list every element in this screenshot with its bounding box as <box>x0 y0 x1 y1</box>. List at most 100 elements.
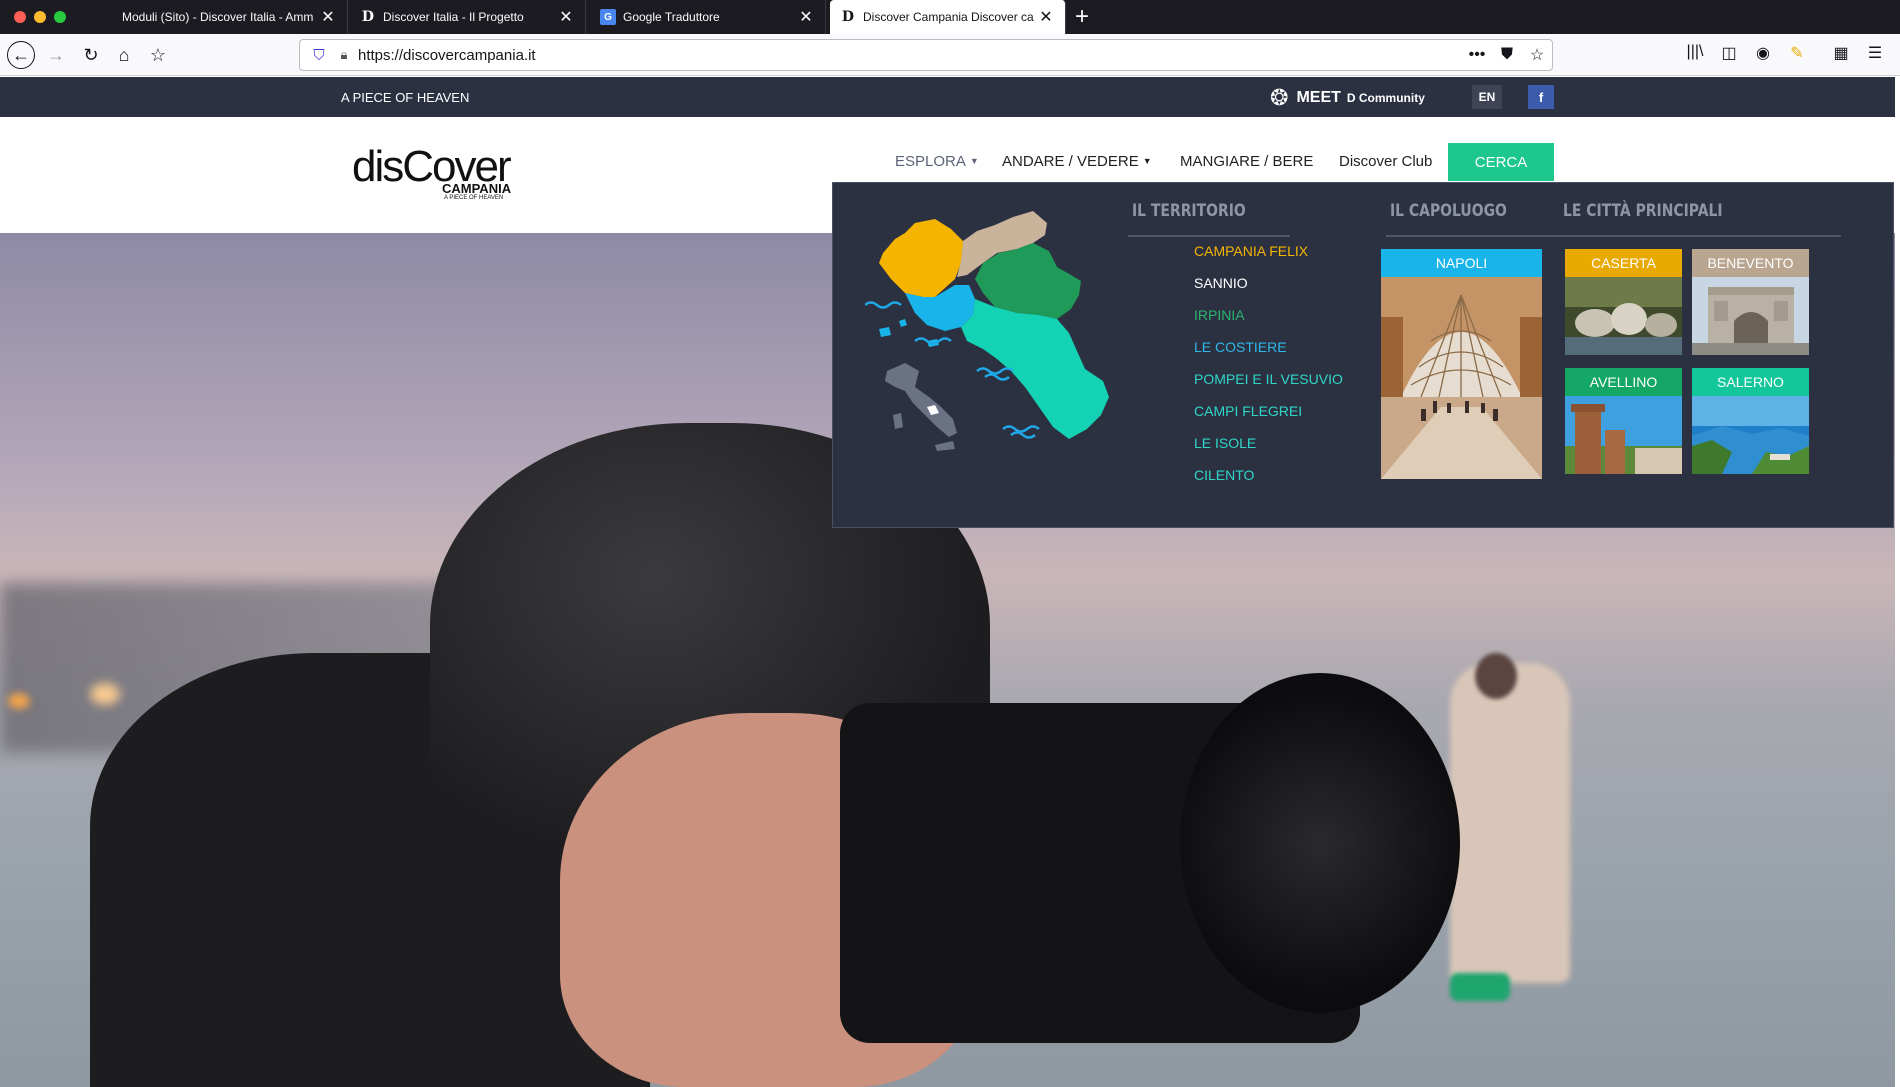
lock-icon[interactable]: 🔒︎ <box>334 47 354 63</box>
hamburger-menu-icon[interactable]: ☰ <box>1863 43 1887 63</box>
meet-label: MEET <box>1296 89 1341 106</box>
territory-link-cilento[interactable]: CILENTO <box>1194 467 1254 483</box>
caserta-fountain-photo <box>1565 277 1682 355</box>
caret-down-icon: ▼ <box>1142 156 1152 166</box>
cities-heading: LE CITTÀ PRINCIPALI <box>1563 201 1723 221</box>
whats-new-icon[interactable]: ▦ <box>1829 43 1853 63</box>
territory-label: POMPEI E IL VESUVIO <box>1194 371 1343 387</box>
window-close-button[interactable] <box>14 11 26 23</box>
territory-heading-underline <box>1128 235 1290 237</box>
territory-label: CILENTO <box>1194 467 1255 483</box>
city-label: AVELLINO <box>1565 368 1682 396</box>
menu-item-esplora[interactable]: ESPLORA ▼ <box>895 153 979 170</box>
cities-heading-underline <box>1386 235 1841 237</box>
city-card-caserta[interactable]: CASERTA <box>1565 249 1682 360</box>
window-zoom-button[interactable] <box>54 11 66 23</box>
tab-title: Discover Campania Discover ca <box>863 10 1034 24</box>
benevento-arch-photo <box>1692 277 1809 355</box>
territory-link-irpinia[interactable]: IRPINIA <box>1194 307 1245 323</box>
hero-green-shoe <box>1450 973 1510 1001</box>
map-island[interactable] <box>879 327 891 337</box>
browser-tab[interactable]: G Google Traduttore ✕ <box>590 0 826 34</box>
city-card-salerno[interactable]: SALERNO <box>1692 368 1809 479</box>
menu-item-mangiare-bere[interactable]: MANGIARE / BERE <box>1180 153 1313 170</box>
new-tab-icon[interactable]: + <box>1075 3 1089 31</box>
more-actions-icon[interactable]: ••• <box>1462 46 1492 64</box>
menu-label: ANDARE / VEDERE <box>1002 153 1139 170</box>
city-card-benevento[interactable]: BENEVENTO <box>1692 249 1809 360</box>
territory-label: CAMPI FLEGREI <box>1194 403 1303 419</box>
url-text[interactable]: https://discovercampania.it <box>354 47 1462 64</box>
browser-tab[interactable]: Moduli (Sito) - Discover Italia - Amm ✕ <box>112 0 348 34</box>
capital-card-napoli[interactable]: NAPOLI <box>1381 249 1542 484</box>
menu-item-discover-club[interactable]: Discover Club <box>1339 153 1432 170</box>
tab-title: Moduli (Sito) - Discover Italia - Amm <box>122 10 314 24</box>
territory-link-pompei-vesuvio[interactable]: POMPEI E IL VESUVIO <box>1194 371 1343 387</box>
city-card-avellino[interactable]: AVELLINO <box>1565 368 1682 479</box>
facebook-icon[interactable]: f <box>1528 85 1554 109</box>
hero-light <box>8 693 30 709</box>
campania-map <box>865 211 1109 451</box>
star-icon[interactable]: ☆ <box>1522 45 1552 65</box>
window-minimize-button[interactable] <box>34 11 46 23</box>
hero-camera-lens <box>1180 673 1460 1013</box>
close-tab-icon[interactable]: ✕ <box>1037 7 1055 27</box>
territory-link-campania-felix[interactable]: CAMPANIA FELIX <box>1194 243 1308 259</box>
google-translate-favicon-icon: G <box>600 9 616 25</box>
capital-heading: IL CAPOLUOGO <box>1390 201 1507 221</box>
forward-arrow-icon[interactable]: → <box>42 41 70 69</box>
hero-background-person <box>1450 663 1570 983</box>
tab-title: Google Traduttore <box>623 10 720 24</box>
library-icon[interactable]: |||\ <box>1683 43 1707 61</box>
home-icon[interactable]: ⌂ <box>110 41 138 69</box>
menu-item-andare-vedere[interactable]: ANDARE / VEDERE ▼ <box>1002 153 1152 170</box>
caret-down-icon: ▼ <box>969 156 979 166</box>
discover-favicon-icon: D <box>841 9 855 25</box>
hero-light <box>90 683 120 705</box>
esplora-mega-menu: IL TERRITORIO CAMPANIA FELIX SANNIO IRPI… <box>832 182 1894 528</box>
site-top-bar: A PIECE OF HEAVEN ❂ MEET D Community EN … <box>0 77 1895 117</box>
account-icon[interactable]: ◉ <box>1751 43 1775 63</box>
language-switch-button[interactable]: EN <box>1472 85 1502 109</box>
close-tab-icon[interactable]: ✕ <box>557 7 575 27</box>
d-community-label: D Community <box>1346 91 1425 105</box>
reload-icon[interactable]: ↻ <box>77 41 105 69</box>
bookmark-star-icon[interactable]: ☆ <box>144 41 172 69</box>
browser-tab-active[interactable]: D Discover Campania Discover ca ✕ <box>830 0 1066 34</box>
italy-silhouette <box>893 413 903 429</box>
territory-label: LE ISOLE <box>1194 435 1257 451</box>
territory-link-campi-flegrei[interactable]: CAMPI FLEGREI <box>1194 403 1302 419</box>
close-tab-icon[interactable]: ✕ <box>319 7 337 27</box>
salerno-coast-photo <box>1692 396 1809 474</box>
tab-title: Discover Italia - Il Progetto <box>383 10 524 24</box>
site-logo[interactable]: disCover CAMPANIA A PIECE OF HEAVEN <box>352 145 516 205</box>
city-label: NAPOLI <box>1381 249 1542 277</box>
close-tab-icon[interactable]: ✕ <box>797 7 815 27</box>
back-arrow-icon[interactable]: ← <box>7 41 35 69</box>
address-bar[interactable]: ⛉ 🔒︎ https://discovercampania.it ••• ⛊ ☆ <box>299 39 1553 71</box>
pocket-icon[interactable]: ⛊ <box>1492 46 1522 64</box>
extension-icon[interactable]: ✎ <box>1785 43 1809 63</box>
browser-tab-strip: Moduli (Sito) - Discover Italia - Amm ✕ … <box>0 0 1900 34</box>
territory-label: LE COSTIERE <box>1194 339 1287 355</box>
logo-sub: CAMPANIA <box>442 181 512 196</box>
browser-navigation-bar: ← → ↻ ⌂ ☆ ⛉ 🔒︎ https://discovercampania.… <box>0 34 1900 76</box>
community-icon: ❂ <box>1270 85 1289 110</box>
sidebar-icon[interactable]: ◫ <box>1717 43 1741 63</box>
browser-tab[interactable]: D Discover Italia - Il Progetto ✕ <box>350 0 586 34</box>
tracking-shield-icon[interactable]: ⛉ <box>304 47 334 64</box>
meet-d-community-link[interactable]: ❂ MEET D Community <box>1270 85 1425 111</box>
menu-label: ESPLORA <box>895 153 966 170</box>
italy-silhouette <box>935 441 955 451</box>
territory-link-le-costiere[interactable]: LE COSTIERE <box>1194 339 1287 355</box>
map-region-campania-felix[interactable] <box>879 219 963 297</box>
search-button[interactable]: CERCA <box>1448 143 1554 181</box>
avellino-castle-photo <box>1565 396 1682 474</box>
territory-label: CAMPANIA FELIX <box>1194 243 1309 259</box>
site-tagline: A PIECE OF HEAVEN <box>341 90 470 105</box>
discover-favicon-icon: D <box>361 9 375 25</box>
territory-heading: IL TERRITORIO <box>1132 201 1246 221</box>
territory-link-le-isole[interactable]: LE ISOLE <box>1194 435 1256 451</box>
territory-link-sannio[interactable]: SANNIO <box>1194 275 1248 291</box>
map-island[interactable] <box>899 319 907 327</box>
